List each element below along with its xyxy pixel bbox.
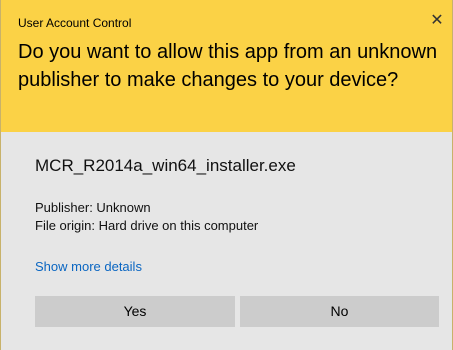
- close-icon[interactable]: ✕: [425, 10, 449, 32]
- dialog-title: User Account Control: [18, 16, 132, 30]
- show-more-details-link[interactable]: Show more details: [35, 259, 142, 274]
- publisher-info: Publisher: Unknown: [35, 200, 151, 215]
- prompt-question: Do you want to allow this app from an un…: [18, 41, 438, 91]
- yes-button[interactable]: Yes: [35, 296, 235, 327]
- file-origin-info: File origin: Hard drive on this computer: [35, 218, 259, 233]
- uac-dialog: User Account Control ✕ Do you want to al…: [0, 0, 453, 350]
- no-button[interactable]: No: [240, 296, 439, 327]
- app-file-name: MCR_R2014a_win64_installer.exe: [35, 156, 296, 175]
- dialog-header: User Account Control ✕ Do you want to al…: [1, 0, 452, 132]
